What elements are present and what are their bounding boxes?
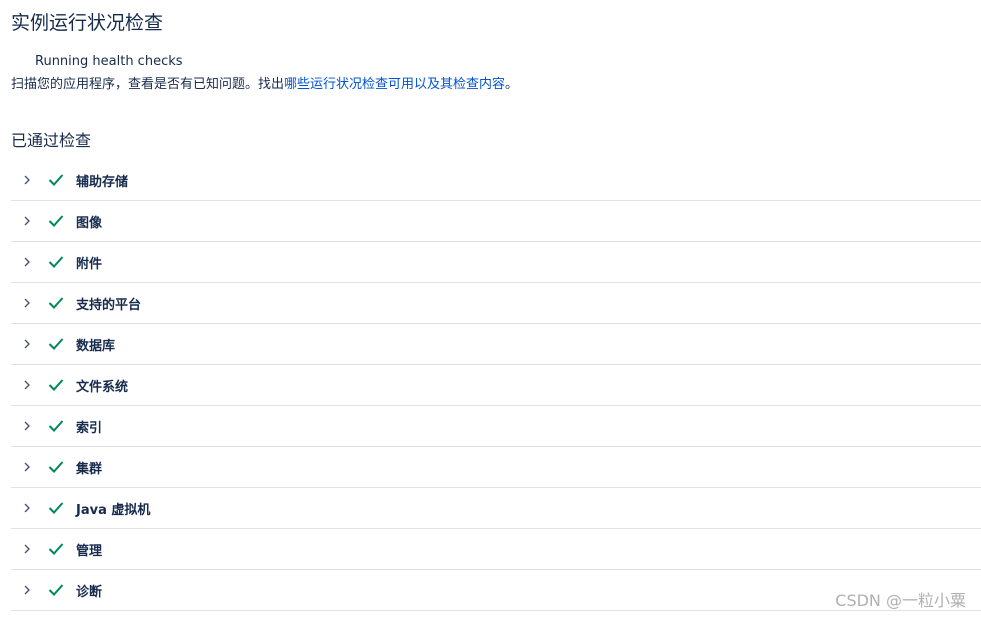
page-description: 扫描您的应用程序，查看是否有已知问题。找出哪些运行状况检查可用以及其检查内容。	[11, 73, 518, 92]
watermark: CSDN @一粒小粟	[835, 591, 966, 610]
check-item-label: 数据库	[76, 338, 116, 354]
check-item-label: 索引	[76, 420, 103, 436]
check-item-label: 集群	[76, 461, 103, 477]
chevron-right-icon[interactable]	[22, 298, 32, 308]
chevron-right-icon[interactable]	[22, 462, 32, 472]
check-icon	[47, 212, 65, 230]
check-icon	[47, 171, 65, 189]
check-item-database[interactable]: 数据库	[11, 324, 981, 365]
check-item-cluster[interactable]: 集群	[11, 447, 981, 488]
check-item-jvm[interactable]: Java 虚拟机	[11, 488, 981, 529]
check-icon	[47, 335, 65, 353]
check-item-label: 管理	[76, 543, 103, 559]
available-checks-link[interactable]: 哪些运行状况检查可用以及其检查内容	[284, 77, 505, 92]
check-item-administration[interactable]: 管理	[11, 529, 981, 570]
check-icon	[47, 458, 65, 476]
check-item-secondary-storage[interactable]: 辅助存储	[11, 160, 981, 201]
chevron-right-icon[interactable]	[22, 175, 32, 185]
check-item-label: 诊断	[76, 584, 103, 600]
chevron-right-icon[interactable]	[22, 503, 32, 513]
check-item-label: 文件系统	[76, 379, 129, 395]
chevron-right-icon[interactable]	[22, 257, 32, 267]
check-icon	[47, 376, 65, 394]
check-item-label: 附件	[76, 256, 103, 272]
check-icon	[47, 253, 65, 271]
passed-checks-heading: 已通过检查	[11, 131, 92, 150]
check-icon	[47, 540, 65, 558]
chevron-right-icon[interactable]	[22, 380, 32, 390]
check-item-supported-platforms[interactable]: 支持的平台	[11, 283, 981, 324]
check-item-attachments[interactable]: 附件	[11, 242, 981, 283]
chevron-right-icon[interactable]	[22, 421, 32, 431]
check-item-label: 支持的平台	[76, 297, 142, 313]
check-item-file-system[interactable]: 文件系统	[11, 365, 981, 406]
passed-checks-list: 辅助存储 图像 附件 支持的平台 数据库 文件系统 索引 集群 Java 虚拟机	[11, 160, 981, 611]
chevron-right-icon[interactable]	[22, 216, 32, 226]
chevron-right-icon[interactable]	[22, 585, 32, 595]
check-icon	[47, 417, 65, 435]
check-icon	[47, 581, 65, 599]
description-suffix: 。	[505, 77, 519, 92]
check-icon	[47, 499, 65, 517]
check-item-label: 图像	[76, 215, 103, 231]
check-item-images[interactable]: 图像	[11, 201, 981, 242]
check-icon	[47, 294, 65, 312]
check-item-label: Java 虚拟机	[76, 502, 151, 518]
check-item-label: 辅助存储	[76, 174, 129, 190]
chevron-right-icon[interactable]	[22, 339, 32, 349]
page-title: 实例运行状况检查	[11, 12, 164, 34]
check-item-indexing[interactable]: 索引	[11, 406, 981, 447]
chevron-right-icon[interactable]	[22, 544, 32, 554]
running-health-checks-text: Running health checks	[35, 54, 183, 69]
description-prefix: 扫描您的应用程序，查看是否有已知问题。找出	[11, 77, 285, 92]
